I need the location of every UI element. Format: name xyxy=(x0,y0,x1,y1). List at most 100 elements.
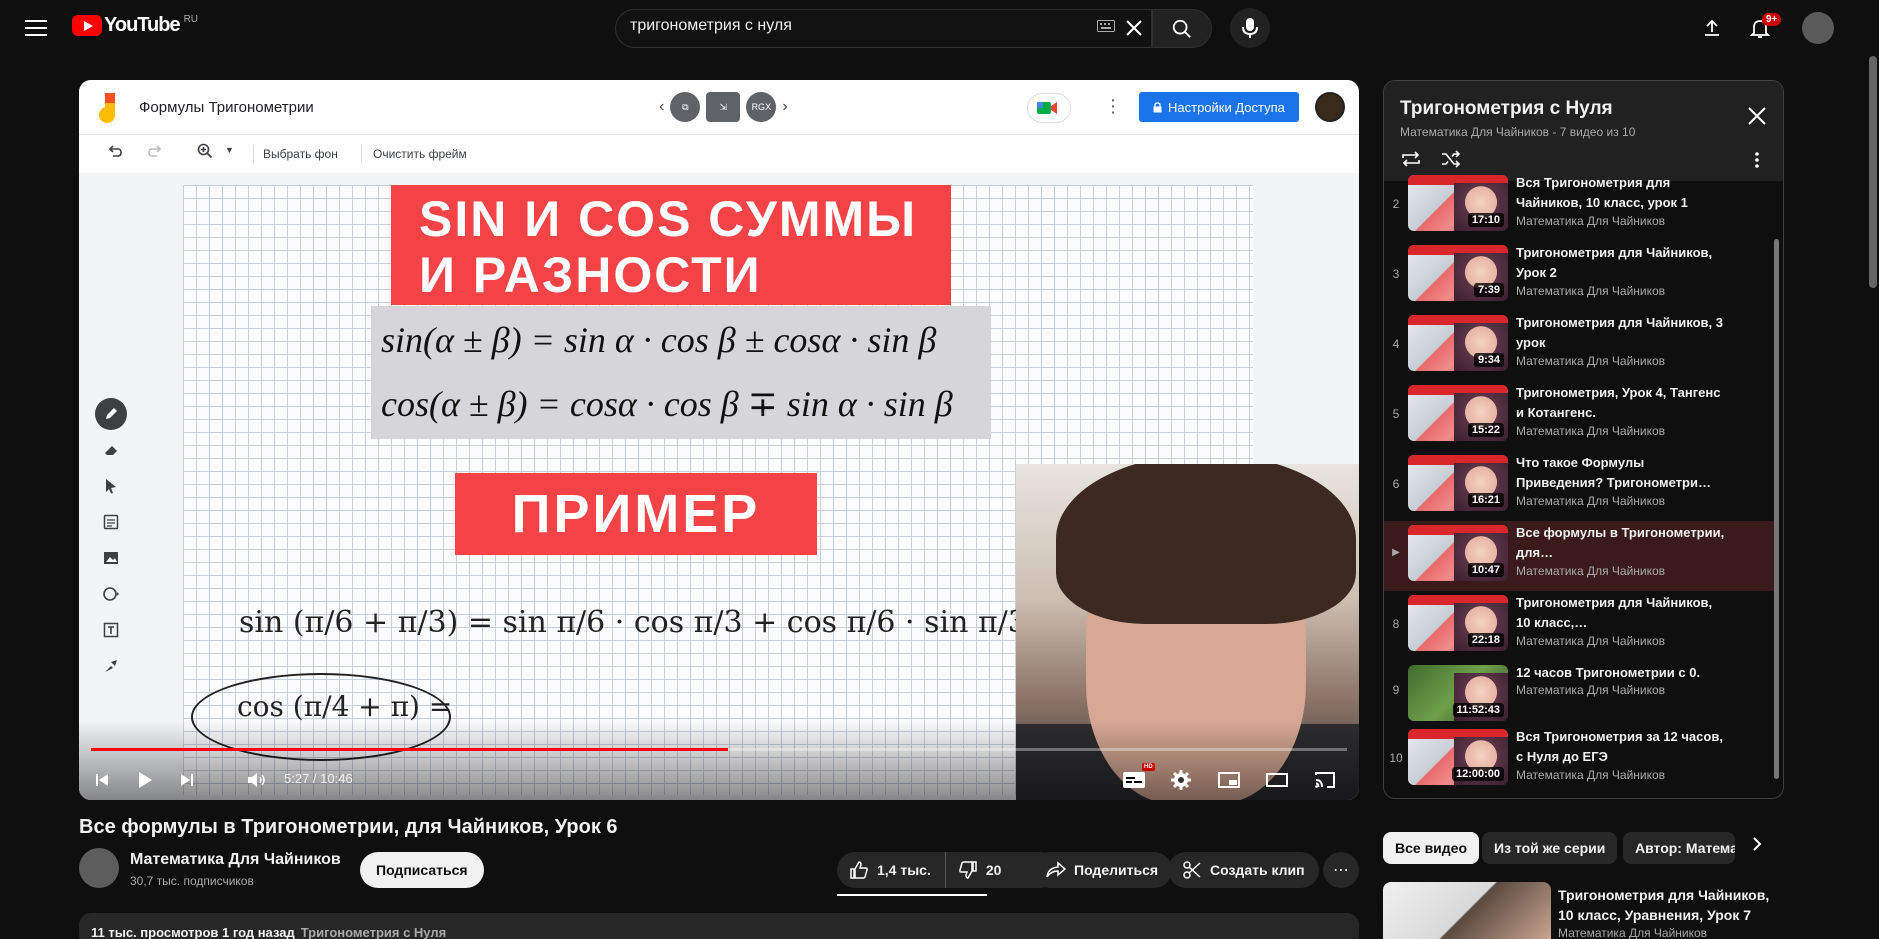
webcam-hair xyxy=(1056,464,1356,624)
dislike-count: 20 xyxy=(985,862,1002,878)
playlist-tag-link[interactable]: Тригонометрия с Нуля xyxy=(301,925,447,939)
frame-thumbnail-icon[interactable]: ⇲ xyxy=(706,92,741,122)
chip-all-videos[interactable]: Все видео xyxy=(1383,832,1480,864)
youtube-logo[interactable]: YouTube RU xyxy=(72,14,198,37)
playlist-item[interactable]: 6 16:21 Что такое Формулы Приведения? Тр… xyxy=(1384,451,1776,521)
voice-search-button[interactable] xyxy=(1230,8,1270,48)
playlist-item[interactable]: 9 11:52:43 12 часов Тригонометрии с 0. М… xyxy=(1384,661,1776,721)
playlist-item[interactable]: 8 22:18 Тригонометрия для Чайников, 10 к… xyxy=(1384,591,1776,661)
next-icon[interactable] xyxy=(172,765,202,795)
recommended-title[interactable]: Тригонометрия для Чайников, 10 класс, Ур… xyxy=(1558,885,1778,925)
previous-icon[interactable] xyxy=(87,765,117,795)
more-options-icon[interactable]: ⋮ xyxy=(1104,96,1122,117)
eraser-icon[interactable] xyxy=(95,434,127,466)
playlist-item-index: 2 xyxy=(1392,197,1400,211)
image-icon[interactable] xyxy=(95,542,127,574)
clear-search-icon[interactable] xyxy=(1122,16,1146,40)
undo-icon[interactable] xyxy=(107,143,123,159)
jamboard-document-title[interactable]: Формулы Тригонометрии xyxy=(139,99,314,116)
redo-icon[interactable] xyxy=(147,143,163,159)
playlist-item[interactable]: 10 12:00:00 Вся Тригонометрия за 12 часо… xyxy=(1384,725,1776,795)
video-player[interactable]: Формулы Тригонометрии ‹ ⧉ ⇲ RGX › ⋮ Наст… xyxy=(79,80,1359,800)
playlist-scrollbar[interactable] xyxy=(1774,239,1779,779)
text-box-icon[interactable] xyxy=(95,614,127,646)
chevron-right-icon[interactable]: › xyxy=(782,98,787,116)
create-clip-button[interactable]: Создать клип xyxy=(1168,852,1319,888)
subscribe-button[interactable]: Подписаться xyxy=(360,852,484,888)
search-input[interactable]: тригонометрия с нуля xyxy=(630,17,1090,35)
volume-icon[interactable] xyxy=(242,765,272,795)
play-icon[interactable] xyxy=(130,765,160,795)
share-button[interactable]: Поделиться xyxy=(1032,852,1173,888)
jamboard-header: Формулы Тригонометрии ‹ ⧉ ⇲ RGX › ⋮ Наст… xyxy=(79,80,1359,135)
playlist-item-title: Что такое Формулы Приведения? Тригономет… xyxy=(1516,455,1711,490)
playlist-item[interactable]: 3 7:39 Тригонометрия для Чайников, Урок … xyxy=(1384,241,1776,311)
fullscreen-icon[interactable] xyxy=(1357,765,1359,795)
sticky-note-icon[interactable] xyxy=(95,506,127,538)
recommended-channel[interactable]: Математика Для Чайников xyxy=(1558,926,1707,939)
chevron-left-icon[interactable]: ‹ xyxy=(659,98,664,116)
dislike-button[interactable]: 20 xyxy=(946,860,1014,880)
description-box[interactable]: 11 тыс. просмотров 1 год назад Тригономет… xyxy=(79,913,1359,939)
recommended-thumbnail[interactable] xyxy=(1383,882,1551,939)
zoom-icon[interactable] xyxy=(197,143,213,159)
duration-badge: 7:39 xyxy=(1473,283,1504,297)
frame-badge[interactable]: RGX xyxy=(746,92,777,122)
playlist-item[interactable]: 4 9:34 Тригонометрия для Чайников, 3 уро… xyxy=(1384,311,1776,381)
shape-icon[interactable] xyxy=(95,578,127,610)
more-actions-icon[interactable]: ⋯ xyxy=(1323,852,1359,888)
keyboard-icon[interactable] xyxy=(1097,20,1115,32)
playlist-title[interactable]: Тригонометрия с Нуля xyxy=(1400,98,1613,120)
meet-icon xyxy=(1037,102,1057,114)
zoom-dropdown-icon[interactable]: ▼ xyxy=(225,145,234,155)
meet-button[interactable] xyxy=(1027,93,1071,123)
duration-badge: 9:34 xyxy=(1473,353,1504,367)
playlist-item-thumbnail: 22:18 xyxy=(1408,595,1508,651)
microphone-icon xyxy=(1242,18,1258,38)
toolbar-divider xyxy=(253,145,254,163)
loop-icon[interactable] xyxy=(1400,150,1422,168)
share-icon xyxy=(1046,861,1066,878)
playlist-item-index: 9 xyxy=(1392,683,1400,697)
jamboard-logo-icon xyxy=(97,93,119,123)
copy-frame-icon[interactable]: ⧉ xyxy=(670,92,701,122)
shuffle-icon[interactable] xyxy=(1440,150,1462,168)
pen-icon[interactable] xyxy=(95,398,127,430)
close-icon[interactable] xyxy=(1746,105,1768,127)
theater-mode-icon[interactable] xyxy=(1262,765,1292,795)
playlist-item-current[interactable]: ▶ 10:47 Все формулы в Тригонометрии, для… xyxy=(1384,521,1776,591)
page-scrollbar[interactable] xyxy=(1869,56,1877,288)
playlist-item-channel: Математика Для Чайников xyxy=(1516,354,1666,368)
settings-gear-icon[interactable] xyxy=(1166,765,1196,795)
choose-background-button[interactable]: Выбрать фон xyxy=(263,147,338,161)
playlist-menu-icon[interactable] xyxy=(1754,151,1760,169)
select-cursor-icon[interactable] xyxy=(95,470,127,502)
share-access-button[interactable]: Настройки Доступа xyxy=(1139,92,1299,122)
playlist-items: 2 17:10 Вся Тригонометрия для Чайников, … xyxy=(1384,175,1783,798)
chip-author[interactable]: Автор: Математика Для Чайников xyxy=(1623,832,1735,864)
miniplayer-icon[interactable] xyxy=(1214,765,1244,795)
create-clip-label: Создать клип xyxy=(1210,862,1305,878)
channel-avatar[interactable] xyxy=(79,848,119,888)
playlist-item[interactable]: 2 17:10 Вся Тригонометрия для Чайников, … xyxy=(1384,171,1776,241)
formula-sin-sum: sin(α ± β) = sin α · cos β ± cosα · sin … xyxy=(381,320,937,360)
upload-button[interactable] xyxy=(1696,12,1728,44)
playlist-item[interactable]: 5 15:22 Тригонометрия, Урок 4, Тангенс и… xyxy=(1384,381,1776,451)
laser-pointer-icon[interactable] xyxy=(95,650,127,682)
search-button[interactable] xyxy=(1152,9,1212,48)
like-button[interactable]: 1,4 тыс. xyxy=(837,852,946,888)
playlist-item-thumbnail: 15:22 xyxy=(1408,385,1508,441)
chip-same-series[interactable]: Из той же серии xyxy=(1482,832,1618,864)
account-avatar[interactable] xyxy=(1802,12,1834,44)
menu-icon[interactable] xyxy=(20,12,52,44)
jamboard-user-avatar[interactable] xyxy=(1315,92,1345,122)
chevron-right-icon[interactable] xyxy=(1752,836,1762,852)
playlist-item-thumbnail: 11:52:43 xyxy=(1408,665,1508,721)
notification-count-badge: 9+ xyxy=(1762,13,1782,26)
playlist-item-title: Все формулы в Тригонометрии, для… xyxy=(1516,525,1725,560)
search-icon xyxy=(1172,19,1191,38)
clear-frame-button[interactable]: Очистить фрейм xyxy=(373,147,467,161)
playlist-subtitle: Математика Для Чайников - 7 видео из 10 xyxy=(1400,125,1636,139)
cast-icon[interactable] xyxy=(1310,765,1340,795)
channel-name[interactable]: Математика Для Чайников xyxy=(130,851,341,869)
